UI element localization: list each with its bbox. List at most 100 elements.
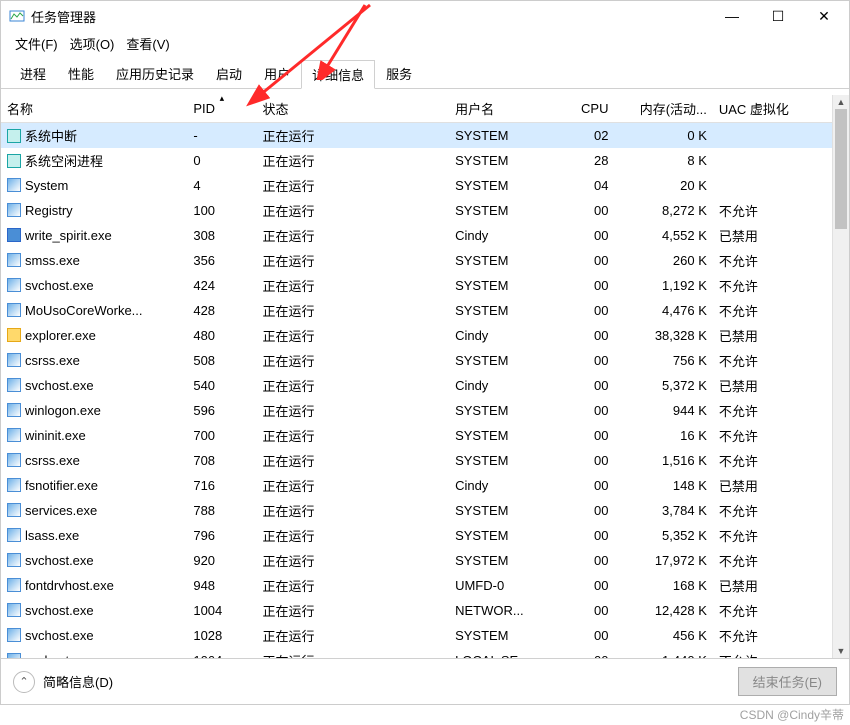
col-status[interactable]: 状态 — [256, 95, 449, 123]
process-user: Cindy — [449, 373, 562, 398]
tab-4[interactable]: 用户 — [253, 59, 301, 88]
table-row[interactable]: services.exe788正在运行SYSTEM003,784 K不允许 — [1, 498, 849, 523]
tab-3[interactable]: 启动 — [205, 59, 253, 88]
process-uac: 不允许 — [713, 348, 849, 373]
process-name: 系统中断 — [25, 129, 77, 144]
table-row[interactable]: csrss.exe708正在运行SYSTEM001,516 K不允许 — [1, 448, 849, 473]
process-cpu: 28 — [562, 148, 614, 173]
col-uac[interactable]: UAC 虚拟化 — [713, 95, 849, 123]
table-row[interactable]: svchost.exe424正在运行SYSTEM001,192 K不允许 — [1, 273, 849, 298]
process-icon — [7, 278, 21, 292]
minimize-button[interactable]: — — [709, 1, 755, 31]
menu-view[interactable]: 查看(V) — [120, 32, 175, 55]
table-row[interactable]: write_spirit.exe308正在运行Cindy004,552 K已禁用 — [1, 223, 849, 248]
process-status: 正在运行 — [256, 273, 449, 298]
col-user[interactable]: 用户名 — [449, 95, 562, 123]
summary-link[interactable]: 简略信息(D) — [43, 672, 730, 691]
tab-5[interactable]: 详细信息 — [301, 60, 375, 89]
tab-6[interactable]: 服务 — [375, 59, 423, 88]
table-row[interactable]: wininit.exe700正在运行SYSTEM0016 K不允许 — [1, 423, 849, 448]
process-uac: 已禁用 — [713, 373, 849, 398]
col-pid[interactable]: PID▴ — [187, 95, 256, 123]
process-mem: 944 K — [614, 398, 712, 423]
vertical-scrollbar[interactable]: ▲ ▼ — [832, 95, 849, 658]
process-user: LOCAL SE... — [449, 648, 562, 658]
process-status: 正在运行 — [256, 523, 449, 548]
process-name: fontdrvhost.exe — [25, 578, 114, 593]
process-mem: 8,272 K — [614, 198, 712, 223]
table-row[interactable]: Registry100正在运行SYSTEM008,272 K不允许 — [1, 198, 849, 223]
process-user: NETWOR... — [449, 598, 562, 623]
process-status: 正在运行 — [256, 298, 449, 323]
process-cpu: 04 — [562, 173, 614, 198]
process-name: 系统空闲进程 — [25, 154, 103, 169]
process-name: csrss.exe — [25, 453, 80, 468]
process-name: svchost.exe — [25, 628, 94, 643]
process-uac: 不允许 — [713, 423, 849, 448]
process-pid: 948 — [187, 573, 256, 598]
menu-options[interactable]: 选项(O) — [64, 32, 121, 55]
table-row[interactable]: smss.exe356正在运行SYSTEM00260 K不允许 — [1, 248, 849, 273]
process-pid: 540 — [187, 373, 256, 398]
table-row[interactable]: lsass.exe796正在运行SYSTEM005,352 K不允许 — [1, 523, 849, 548]
table-row[interactable]: fsnotifier.exe716正在运行Cindy00148 K已禁用 — [1, 473, 849, 498]
table-row[interactable]: 系统空闲进程0正在运行SYSTEM288 K — [1, 148, 849, 173]
process-icon — [7, 628, 21, 642]
table-row[interactable]: svchost.exe540正在运行Cindy005,372 K已禁用 — [1, 373, 849, 398]
table-row[interactable]: svchost.exe920正在运行SYSTEM0017,972 K不允许 — [1, 548, 849, 573]
process-name: MoUsoCoreWorke... — [25, 303, 143, 318]
table-row[interactable]: svchost.exe1028正在运行SYSTEM00456 K不允许 — [1, 623, 849, 648]
process-cpu: 00 — [562, 248, 614, 273]
process-cpu: 02 — [562, 123, 614, 149]
maximize-button[interactable]: ☐ — [755, 1, 801, 31]
menu-file[interactable]: 文件(F) — [9, 32, 64, 55]
process-cpu: 00 — [562, 223, 614, 248]
table-row[interactable]: csrss.exe508正在运行SYSTEM00756 K不允许 — [1, 348, 849, 373]
col-name[interactable]: 名称 — [1, 95, 187, 123]
process-pid: 708 — [187, 448, 256, 473]
table-row[interactable]: System4正在运行SYSTEM0420 K — [1, 173, 849, 198]
table-row[interactable]: fontdrvhost.exe948正在运行UMFD-000168 K已禁用 — [1, 573, 849, 598]
process-name: explorer.exe — [25, 328, 96, 343]
table-row[interactable]: MoUsoCoreWorke...428正在运行SYSTEM004,476 K不… — [1, 298, 849, 323]
end-task-button[interactable]: 结束任务(E) — [738, 667, 837, 696]
process-icon — [7, 403, 21, 417]
process-mem: 1,516 K — [614, 448, 712, 473]
process-pid: 100 — [187, 198, 256, 223]
process-cpu: 00 — [562, 623, 614, 648]
tab-1[interactable]: 性能 — [57, 59, 105, 88]
collapse-toggle-icon[interactable]: ⌃ — [13, 671, 35, 693]
process-mem: 148 K — [614, 473, 712, 498]
process-icon — [7, 328, 21, 342]
scroll-thumb[interactable] — [835, 109, 847, 229]
tab-2[interactable]: 应用历史记录 — [105, 59, 205, 88]
table-row[interactable]: explorer.exe480正在运行Cindy0038,328 K已禁用 — [1, 323, 849, 348]
process-name: svchost.exe — [25, 278, 94, 293]
process-pid: 4 — [187, 173, 256, 198]
process-user: SYSTEM — [449, 523, 562, 548]
table-row[interactable]: 系统中断-正在运行SYSTEM020 K — [1, 123, 849, 149]
tab-0[interactable]: 进程 — [9, 59, 57, 88]
process-uac: 不允许 — [713, 398, 849, 423]
process-icon — [7, 129, 21, 143]
table-row[interactable]: svchost.exe1064正在运行LOCAL SE...001,440 K不… — [1, 648, 849, 658]
process-pid: 308 — [187, 223, 256, 248]
process-icon — [7, 478, 21, 492]
process-cpu: 00 — [562, 273, 614, 298]
process-pid: 700 — [187, 423, 256, 448]
menubar: 文件(F) 选项(O) 查看(V) — [1, 31, 849, 55]
scroll-up-icon[interactable]: ▲ — [833, 95, 849, 109]
close-button[interactable]: ✕ — [801, 1, 847, 31]
process-status: 正在运行 — [256, 623, 449, 648]
col-mem[interactable]: 内存(活动... — [614, 95, 712, 123]
table-row[interactable]: winlogon.exe596正在运行SYSTEM00944 K不允许 — [1, 398, 849, 423]
col-cpu[interactable]: CPU — [562, 95, 614, 123]
process-user: Cindy — [449, 223, 562, 248]
process-cpu: 00 — [562, 598, 614, 623]
process-pid: - — [187, 123, 256, 149]
process-cpu: 00 — [562, 348, 614, 373]
process-user: SYSTEM — [449, 498, 562, 523]
scroll-down-icon[interactable]: ▼ — [833, 644, 849, 658]
process-user: SYSTEM — [449, 348, 562, 373]
table-row[interactable]: svchost.exe1004正在运行NETWOR...0012,428 K不允… — [1, 598, 849, 623]
